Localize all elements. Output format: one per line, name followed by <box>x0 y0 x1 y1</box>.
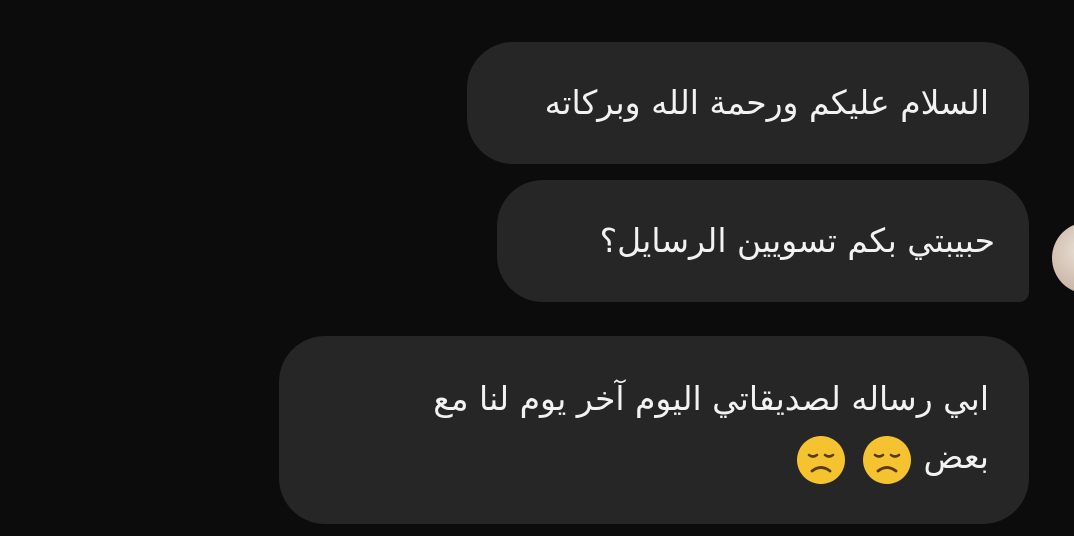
message-bubble[interactable]: السلام عليكم ورحمة الله وبركاته <box>467 42 1029 164</box>
disappointed-face-icon <box>797 436 846 484</box>
message-text-line-1: ابي رساله لصديقاتي اليوم آخر يوم لنا مع <box>433 379 989 418</box>
message-bubble[interactable]: ابي رساله لصديقاتي اليوم آخر يوم لنا مع … <box>279 336 1029 524</box>
message-text: السلام عليكم ورحمة الله وبركاته <box>544 83 989 122</box>
message-text-word: بعض <box>923 437 989 476</box>
disappointed-face-icon <box>863 436 912 484</box>
message-text-line-2: بعض <box>309 428 989 488</box>
avatar[interactable] <box>1052 222 1074 294</box>
message-bubble[interactable]: حبيبتي بكم تسويين الرسايل؟ <box>497 180 1029 302</box>
message-text: حبيبتي بكم تسويين الرسايل؟ <box>599 221 995 260</box>
emoji-group <box>781 430 913 488</box>
chat-screen: السلام عليكم ورحمة الله وبركاته حبيبتي ب… <box>0 0 1074 536</box>
